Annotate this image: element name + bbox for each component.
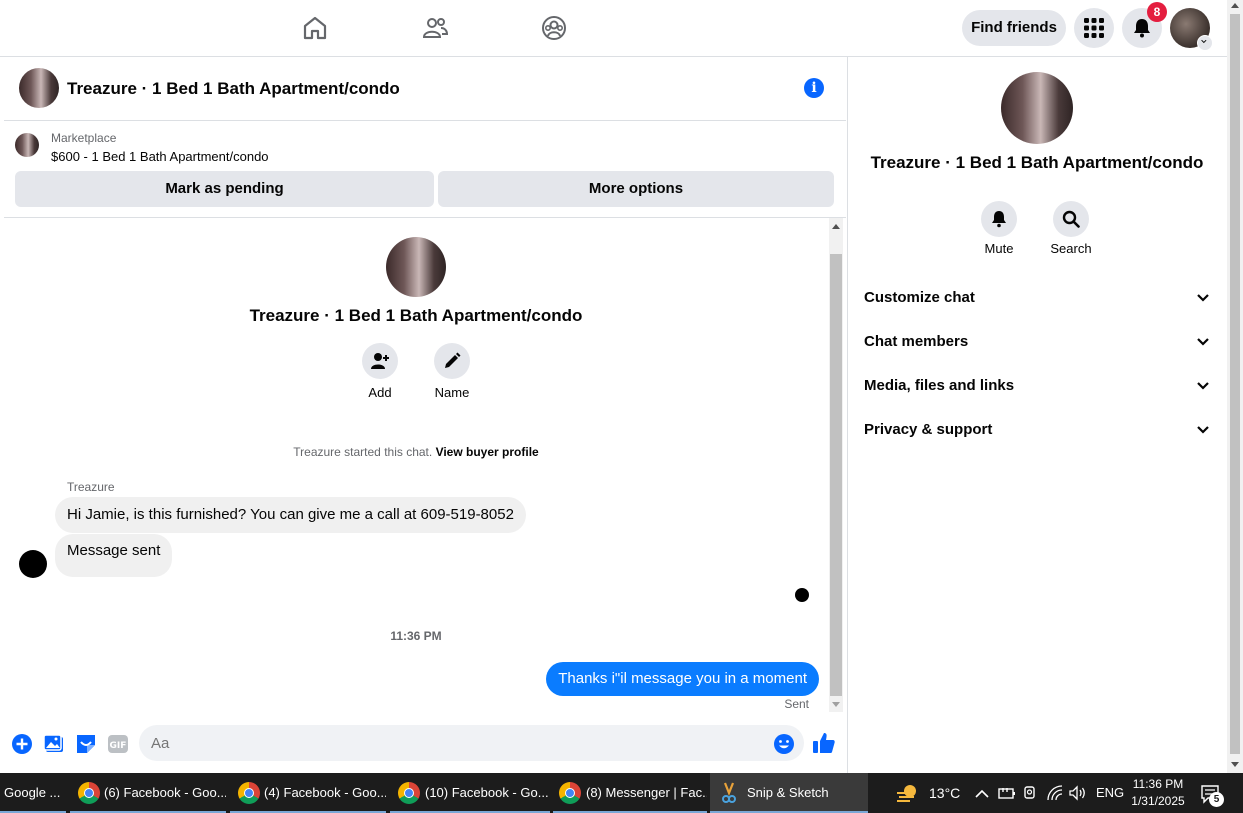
clock[interactable]: 11:36 PM 1/31/2025	[1120, 776, 1196, 810]
notification-count-badge: 5	[1209, 792, 1224, 807]
more-options-button[interactable]: More options	[438, 171, 834, 207]
section-privacy-support[interactable]: Privacy & support	[864, 410, 1210, 450]
outgoing-message[interactable]: Thanks i"il message you in a moment	[546, 662, 819, 696]
chat-avatar[interactable]	[19, 68, 59, 108]
details-avatar[interactable]	[1001, 72, 1073, 144]
mark-as-pending-button[interactable]: Mark as pending	[15, 171, 434, 207]
message-composer: GIF	[4, 718, 846, 768]
message-input[interactable]	[139, 725, 804, 761]
name-label: Name	[434, 385, 470, 400]
name-chat-button[interactable]	[434, 343, 470, 379]
taskbar-item[interactable]: (8) Messenger | Fac...	[553, 773, 707, 813]
chevron-down-icon	[1197, 294, 1209, 302]
incoming-message[interactable]: Message sent	[55, 534, 173, 577]
groups-icon[interactable]	[540, 14, 568, 42]
top-navigation: Find friends 8	[0, 0, 1227, 57]
search-label: Search	[1050, 241, 1092, 256]
listing-title[interactable]: $600 - 1 Bed 1 Bath Apartment/condo	[51, 149, 269, 164]
chevron-down-icon	[1197, 382, 1209, 390]
windows-taskbar: Google ... (6) Facebook - Goo... (4) Fac…	[0, 773, 1243, 813]
chrome-icon	[238, 782, 260, 804]
svg-text:GIF: GIF	[110, 741, 127, 751]
chat-header: Treazure · 1 Bed 1 Bath Apartment/condo …	[4, 57, 846, 121]
search-icon	[1062, 210, 1080, 228]
section-media-files-links[interactable]: Media, files and links	[864, 366, 1210, 406]
mute-label: Mute	[984, 241, 1014, 256]
add-people-button[interactable]	[362, 343, 398, 379]
section-customize-chat[interactable]: Customize chat	[864, 278, 1210, 318]
message-status: Sent	[784, 697, 809, 711]
seen-indicator	[795, 588, 809, 602]
taskbar-item[interactable]: (4) Facebook - Goo...	[230, 773, 386, 813]
section-chat-members[interactable]: Chat members	[864, 322, 1210, 362]
meet-now-icon[interactable]	[1023, 785, 1037, 801]
taskbar-item[interactable]: (10) Facebook - Go...	[390, 773, 550, 813]
chevron-down-icon[interactable]	[1197, 35, 1213, 51]
friends-icon[interactable]	[421, 14, 449, 42]
chat-started-notice: Treazure started this chat. View buyer p…	[4, 445, 828, 459]
message-timestamp: 11:36 PM	[390, 629, 442, 643]
chat-started-text: Treazure started this chat.	[293, 445, 433, 459]
pencil-icon	[445, 352, 461, 368]
photo-icon[interactable]	[43, 733, 65, 755]
search-button[interactable]	[1053, 201, 1089, 237]
bell-icon	[1134, 19, 1150, 38]
clock-time: 11:36 PM	[1132, 777, 1184, 791]
info-icon[interactable]: i	[804, 78, 824, 98]
incoming-message[interactable]: Hi Jamie, is this furnished? You can giv…	[55, 497, 526, 533]
chat-title[interactable]: Treazure · 1 Bed 1 Bath Apartment/condo	[67, 79, 400, 99]
add-label: Add	[368, 385, 392, 400]
taskbar-item[interactable]: Google ...	[0, 773, 66, 813]
snip-sketch-icon	[722, 781, 736, 805]
taskbar-item[interactable]: (6) Facebook - Goo...	[70, 773, 226, 813]
grid-menu-icon	[1084, 18, 1104, 38]
details-title: Treazure · 1 Bed 1 Bath Apartment/condo	[870, 153, 1204, 172]
sticker-icon[interactable]	[75, 733, 97, 755]
sender-avatar[interactable]	[19, 550, 47, 578]
view-buyer-profile-link[interactable]: View buyer profile	[436, 445, 539, 459]
intro-avatar[interactable]	[386, 237, 446, 297]
chevron-down-icon	[1197, 338, 1209, 346]
chrome-icon	[78, 782, 100, 804]
message-thread: Treazure · 1 Bed 1 Bath Apartment/condo …	[4, 218, 828, 712]
volume-icon[interactable]	[1069, 785, 1087, 801]
wifi-icon[interactable]	[1046, 785, 1064, 801]
home-icon[interactable]	[301, 14, 329, 42]
add-person-icon	[371, 353, 389, 369]
notification-badge: 8	[1147, 2, 1167, 22]
weather-temperature[interactable]: 13°C	[929, 773, 960, 813]
marketplace-listing-bar: Marketplace $600 - 1 Bed 1 Bath Apartmen…	[4, 121, 846, 218]
thread-scrollbar[interactable]	[829, 218, 843, 712]
chrome-icon	[398, 782, 420, 804]
chat-details-panel: Treazure · 1 Bed 1 Bath Apartment/condo …	[847, 57, 1228, 773]
thumbs-up-icon[interactable]	[812, 731, 836, 755]
weather-icon[interactable]	[896, 783, 920, 803]
intro-title: Treazure · 1 Bed 1 Bath Apartment/condo	[249, 306, 583, 325]
chevron-down-icon	[1197, 426, 1209, 434]
bell-icon	[992, 211, 1006, 228]
emoji-icon[interactable]	[773, 733, 795, 755]
battery-icon[interactable]	[998, 786, 1016, 800]
mute-button[interactable]	[981, 201, 1017, 237]
menu-button[interactable]	[1074, 8, 1114, 48]
sender-name: Treazure	[67, 480, 115, 494]
gif-icon[interactable]: GIF	[107, 733, 129, 755]
page-scrollbar[interactable]	[1227, 0, 1243, 773]
chrome-icon	[559, 782, 581, 804]
taskbar-item-active[interactable]: Snip & Sketch	[710, 773, 868, 813]
listing-thumbnail[interactable]	[15, 133, 39, 157]
find-friends-button[interactable]: Find friends	[962, 10, 1066, 46]
clock-date: 1/31/2025	[1131, 794, 1185, 808]
plus-icon[interactable]	[11, 733, 33, 755]
chevron-up-icon[interactable]	[975, 787, 989, 799]
marketplace-label: Marketplace	[51, 131, 117, 145]
